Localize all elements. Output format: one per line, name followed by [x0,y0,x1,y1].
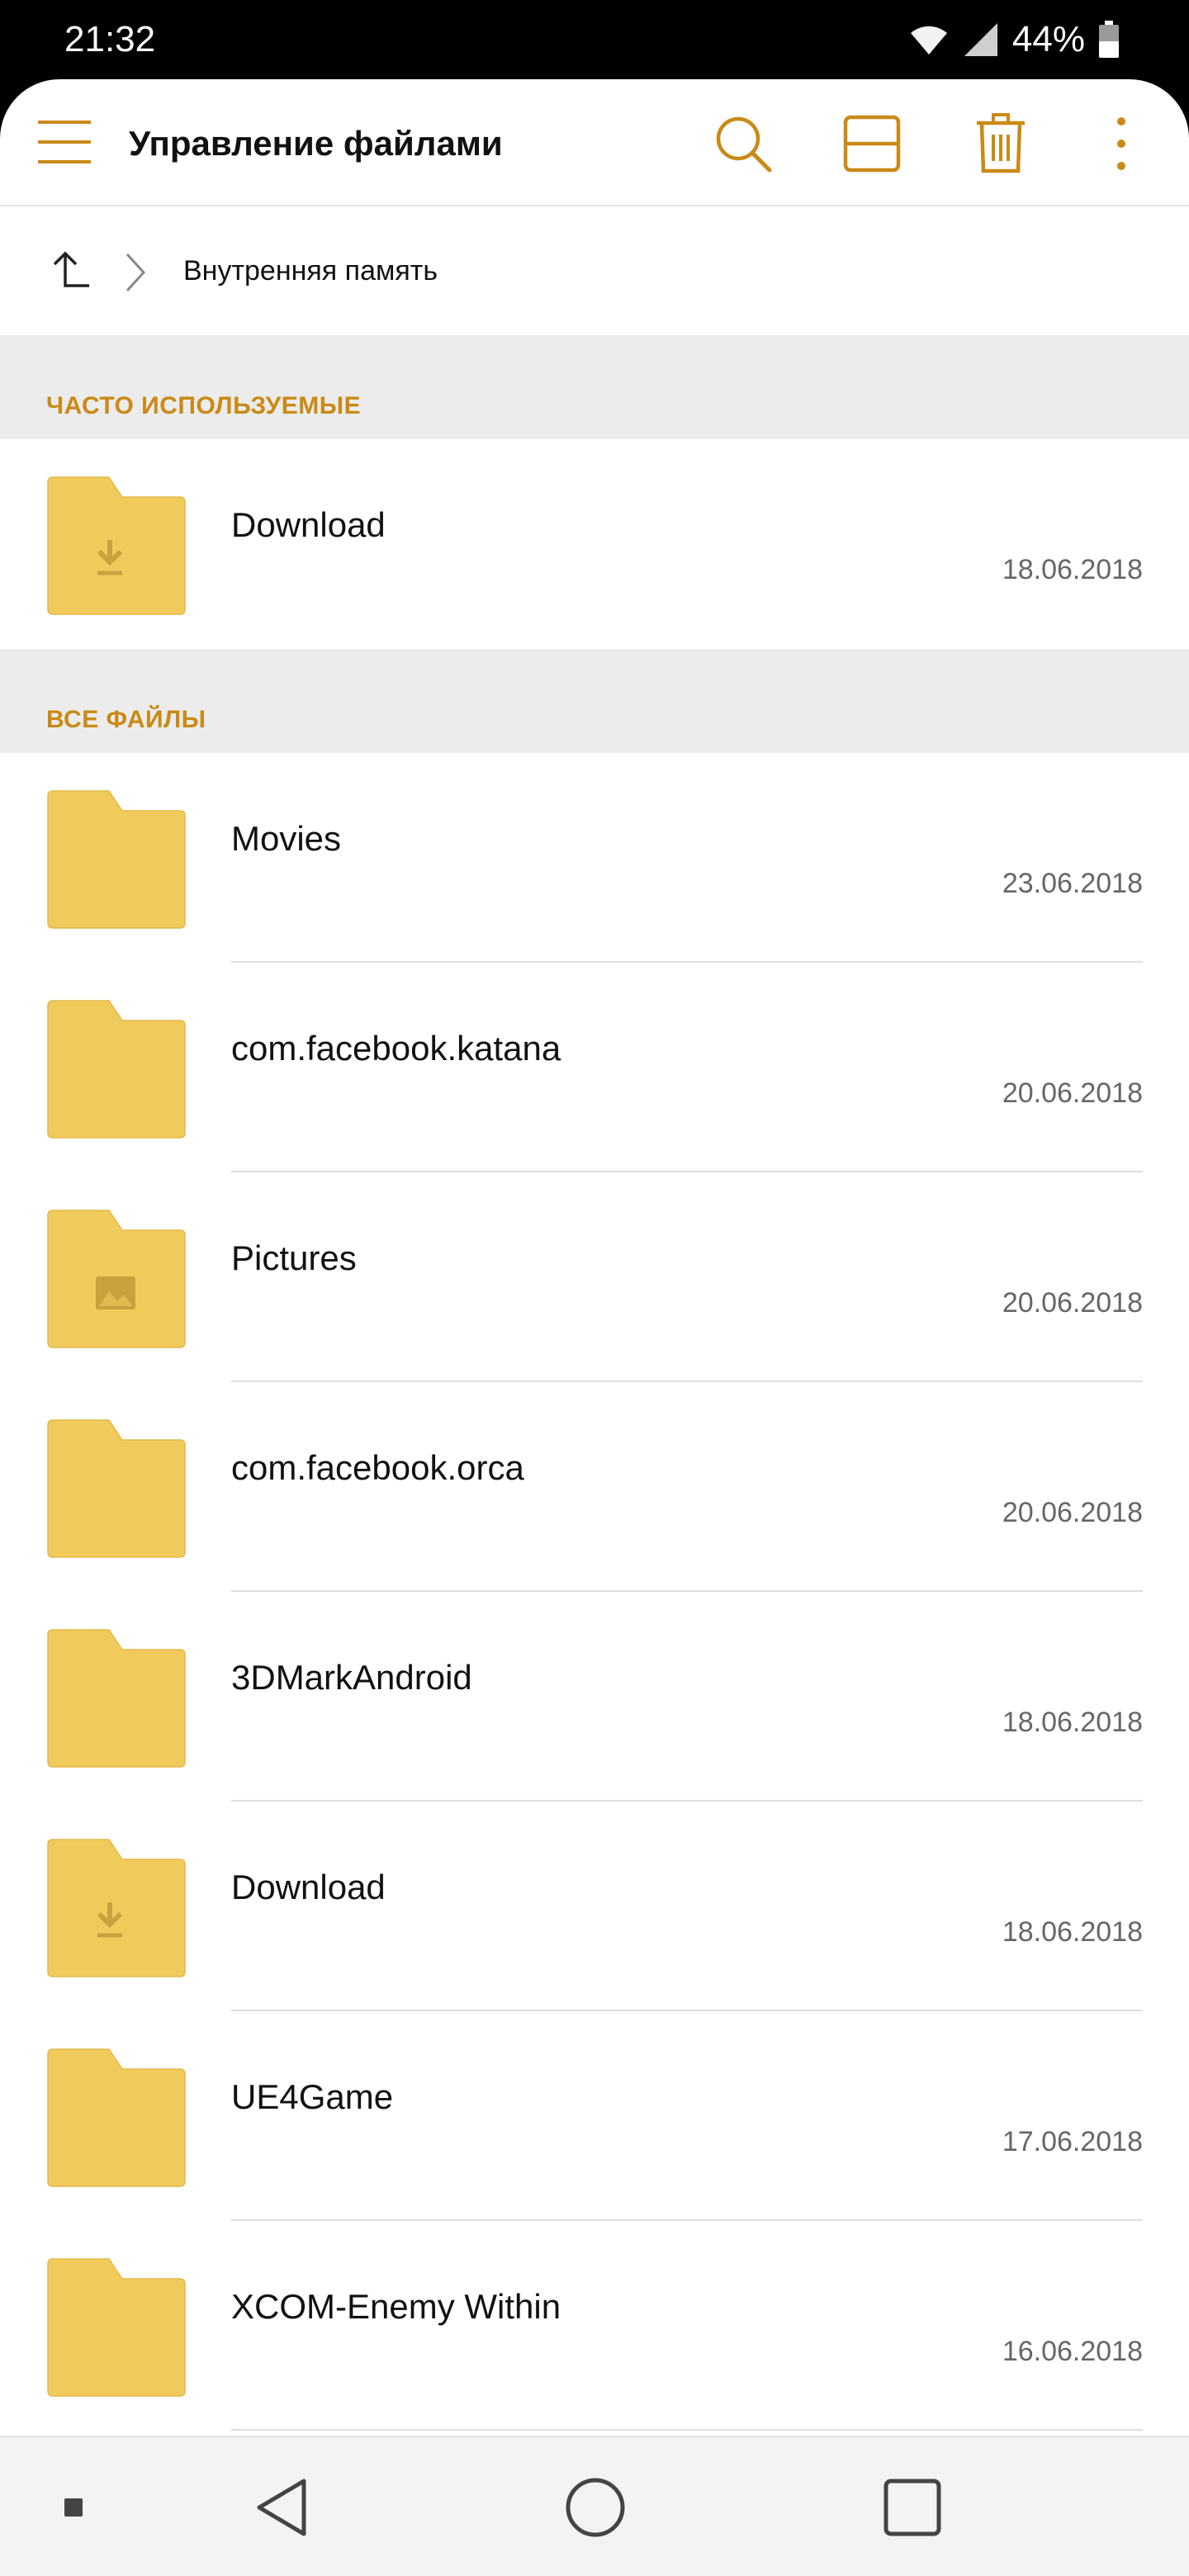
small-square-button[interactable] [36,2470,111,2545]
item-date: 23.06.2018 [1002,868,1143,899]
list-item[interactable]: com.facebook.katana 20.06.2018 [0,963,1189,1172]
recents-icon [883,2479,941,2536]
more-options-button[interactable] [1087,109,1156,178]
folder-icon [46,2257,187,2398]
item-name: Download [231,1868,386,1906]
pictures-folder-icon [46,1209,187,1349]
divider [231,2429,1143,2431]
folder-icon [46,2048,187,2188]
item-date: 18.06.2018 [1002,1707,1143,1738]
toolbar: Управление файлами [0,79,1189,206]
app-title: Управление файлами [129,124,503,163]
list-item[interactable]: com.facebook.orca 20.06.2018 [0,1382,1189,1592]
view-toggle-button[interactable] [837,109,907,178]
item-date: 16.06.2018 [1002,2336,1143,2367]
list-item[interactable]: Download 18.06.2018 [0,439,1189,649]
item-name: com.facebook.katana [231,1029,561,1068]
item-date: 17.06.2018 [1002,2126,1143,2157]
file-manager-app: Управление файлами Внутренняя память ЧАС… [0,79,1189,2437]
item-name: UE4Game [231,2077,394,2116]
item-name: com.facebook.orca [231,1448,524,1487]
all-files-list: Movies 23.06.2018 com.facebook.katana 20.06… [0,753,1189,2431]
item-date: 20.06.2018 [1002,1287,1143,1319]
item-name: 3DMarkAndroid [231,1658,472,1697]
view-toggle-icon [843,115,901,173]
item-name: XCOM-Enemy Within [231,2287,561,2326]
list-item[interactable]: Download 18.06.2018 [0,1802,1189,2011]
wifi-icon [910,26,947,54]
up-arrow-icon [53,251,89,287]
item-name: Pictures [231,1238,357,1277]
status-time: 21:32 [64,19,156,59]
item-name: Movies [231,819,342,858]
folder-icon [46,999,187,1139]
section-header-frequent: ЧАСТО ИСПОЛЬЗУЕМЫЕ [0,335,1189,439]
status-bar: 21:32 44% [0,0,1189,79]
frequent-list: Download 18.06.2018 [0,439,1189,649]
status-icons: 44% [908,17,1120,63]
recents-button[interactable] [875,2470,950,2545]
battery-icon [1099,21,1119,58]
cell-signal-icon [964,23,997,56]
folder-icon [46,789,187,930]
folder-icon [46,1628,187,1769]
item-date: 20.06.2018 [1002,1077,1143,1109]
search-icon [716,116,772,173]
back-button[interactable] [244,2470,319,2545]
home-button[interactable] [558,2470,632,2545]
breadcrumb-current[interactable]: Внутренняя память [183,253,438,289]
more-icon [1117,117,1125,170]
folder-icon [46,1418,187,1559]
item-date: 18.06.2018 [1002,1916,1143,1948]
item-date: 18.06.2018 [1002,554,1143,585]
list-item[interactable]: UE4Game 17.06.2018 [0,2011,1189,2221]
navigation-bar [0,2436,1189,2576]
section-title: ВСЕ ФАЙЛЫ [46,706,206,733]
menu-button[interactable] [38,117,91,167]
home-icon [566,2478,625,2537]
breadcrumb: Внутренняя память [0,206,1189,335]
list-item[interactable]: XCOM-Enemy Within 16.06.2018 [0,2221,1189,2431]
section-header-all-files: ВСЕ ФАЙЛЫ [0,649,1189,753]
download-folder-icon [46,476,187,616]
back-icon [257,2479,306,2536]
chevron-right-icon [126,253,146,292]
list-item[interactable]: Movies 23.06.2018 [0,753,1189,963]
item-date: 20.06.2018 [1002,1497,1143,1528]
up-button[interactable] [51,249,92,292]
delete-icon [977,113,1025,173]
battery-percent: 44% [1011,19,1085,59]
list-item[interactable]: Pictures 20.06.2018 [0,1172,1189,1382]
menu-icon [38,121,91,163]
list-item[interactable]: 3DMarkAndroid 18.06.2018 [0,1592,1189,1802]
delete-button[interactable] [966,109,1035,178]
download-folder-icon [46,1838,187,1978]
small-square-icon [64,2498,83,2517]
search-button[interactable] [708,109,778,178]
section-title: ЧАСТО ИСПОЛЬЗУЕМЫЕ [46,392,362,419]
item-name: Download [231,505,386,544]
